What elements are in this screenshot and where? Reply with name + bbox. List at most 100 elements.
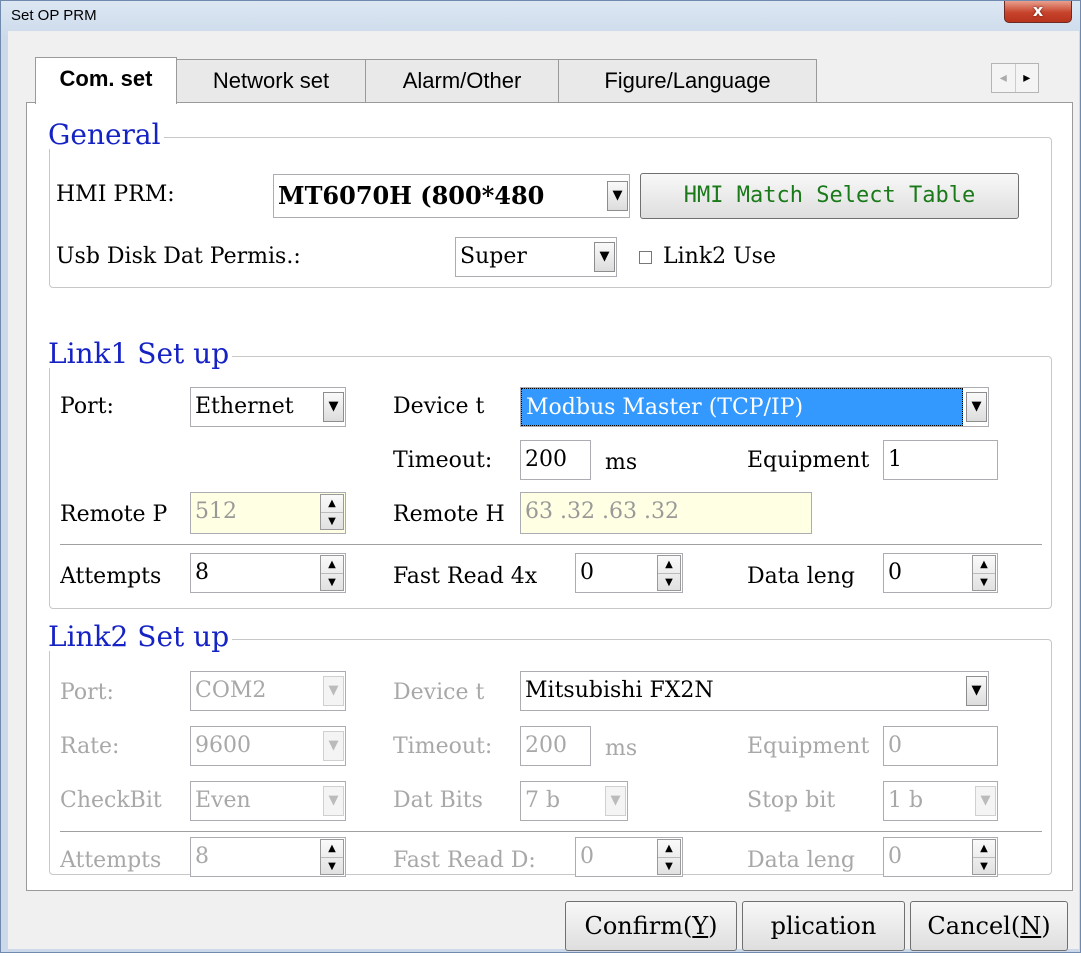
link1-remote-host-input[interactable]: 63 .32 .63 .32 (520, 492, 812, 534)
link1-timeout-value: 200 (525, 447, 567, 472)
arrow-up-icon[interactable]: ▲ (973, 556, 995, 573)
link2-fast-read-spinner[interactable]: 0 ▲ ▼ (575, 837, 683, 877)
link1-device-select[interactable]: Modbus Master (TCP/IP) ▼ (520, 387, 989, 427)
link1-equipment-input[interactable]: 1 (883, 440, 998, 480)
link1-port-select[interactable]: Ethernet ▼ (190, 387, 346, 427)
link2-checkbit-select[interactable]: Even ▼ (190, 781, 346, 821)
arrow-down-icon[interactable]: ▼ (973, 857, 995, 874)
chevron-down-icon[interactable]: ▼ (607, 181, 628, 211)
group-title-general: General (48, 121, 164, 149)
link2-data-length-spinner[interactable]: 0 ▲ ▼ (883, 837, 998, 877)
button-label: Confirm( (584, 912, 693, 940)
link2-stopbit-label: Stop bit (747, 788, 836, 813)
link2-use-checkbox[interactable] (639, 251, 652, 264)
link1-attempts-spinner[interactable]: 8 ▲ ▼ (190, 553, 346, 593)
tab-figure-language[interactable]: Figure/Language (558, 59, 817, 102)
button-label: plication (770, 912, 877, 940)
arrow-down-icon[interactable]: ▼ (321, 857, 343, 874)
dialog-window: Set OP PRM x Com. set Network set Alarm/… (0, 0, 1081, 953)
spinner-control[interactable]: ▲ ▼ (657, 839, 681, 875)
window-title: Set OP PRM (11, 7, 97, 24)
link2-equipment-label: Equipment (747, 734, 870, 759)
spinner-control[interactable]: ▲ ▼ (972, 839, 996, 875)
chevron-down-icon[interactable]: ▼ (975, 786, 996, 816)
tab-network-set[interactable]: Network set (176, 59, 366, 102)
group-title-link2: Link2 Set up (48, 623, 233, 651)
link2-timeout-value: 200 (525, 733, 567, 758)
link1-remote-port-label: Remote P (60, 502, 168, 527)
spinner-control[interactable]: ▲ ▼ (320, 839, 344, 875)
arrow-up-icon[interactable]: ▲ (658, 840, 680, 857)
link2-timeout-input[interactable]: 200 (520, 726, 591, 766)
confirm-button[interactable]: Confirm(Y) (565, 901, 737, 951)
arrow-down-icon[interactable]: ▼ (658, 857, 680, 874)
separator (60, 831, 1042, 833)
link2-use-label: Link2 Use (663, 244, 776, 269)
chevron-down-icon[interactable]: ▼ (323, 731, 344, 761)
link2-stopbit-select[interactable]: 1 b ▼ (883, 781, 998, 821)
link2-datbits-select[interactable]: 7 b ▼ (520, 781, 628, 821)
hmi-prm-select[interactable]: MT6070H (800*480 ▼ (273, 174, 630, 218)
chevron-right-icon[interactable]: ▸ (1014, 64, 1039, 92)
arrow-up-icon[interactable]: ▲ (973, 840, 995, 857)
close-icon: x (1032, 1, 1044, 20)
arrow-up-icon[interactable]: ▲ (321, 840, 343, 857)
link1-equipment-value: 1 (888, 447, 902, 472)
link2-datbits-label: Dat Bits (393, 788, 483, 813)
link2-device-value: Mitsubishi FX2N (525, 678, 714, 703)
tab-label: Alarm/Other (402, 68, 522, 93)
link2-rate-select[interactable]: 9600 ▼ (190, 726, 346, 766)
link1-device-label: Device t (393, 394, 485, 419)
link2-checkbit-label: CheckBit (60, 788, 162, 813)
arrow-up-icon[interactable]: ▲ (321, 556, 343, 573)
arrow-up-icon[interactable]: ▲ (658, 556, 680, 573)
spinner-control[interactable]: ▲ ▼ (972, 555, 996, 591)
spinner-control[interactable]: ▲ ▼ (320, 494, 344, 530)
usb-permission-select[interactable]: Super ▼ (455, 237, 617, 277)
hmi-match-select-table-button[interactable]: HMI Match Select Table (640, 173, 1019, 219)
group-title-link1: Link1 Set up (48, 340, 233, 368)
chevron-down-icon[interactable]: ▼ (605, 786, 626, 816)
link1-data-length-spinner[interactable]: 0 ▲ ▼ (883, 553, 998, 593)
link1-attempts-label: Attempts (60, 564, 162, 589)
button-label-end: ) (708, 912, 718, 940)
button-accelerator: Y (692, 912, 709, 940)
chevron-down-icon[interactable]: ▼ (323, 676, 344, 706)
chevron-down-icon[interactable]: ▼ (323, 786, 344, 816)
arrow-down-icon[interactable]: ▼ (973, 573, 995, 590)
link2-equipment-input[interactable]: 0 (883, 726, 998, 766)
link2-port-select[interactable]: COM2 ▼ (190, 671, 346, 711)
chevron-down-icon[interactable]: ▼ (966, 392, 987, 422)
arrow-down-icon[interactable]: ▼ (321, 573, 343, 590)
cancel-button[interactable]: Cancel(N) (910, 901, 1068, 951)
link2-equipment-value: 0 (888, 733, 902, 758)
group-link2: Link2 Set up Port: COM2 ▼ Device t Mitsu… (48, 623, 1052, 877)
chevron-down-icon[interactable]: ▼ (966, 676, 987, 706)
spinner-control[interactable]: ▲ ▼ (320, 555, 344, 591)
link2-device-select[interactable]: Mitsubishi FX2N ▼ (520, 671, 989, 711)
separator (60, 544, 1042, 546)
button-label: HMI Match Select Table (683, 183, 976, 208)
link1-remote-port-spinner[interactable]: 512 ▲ ▼ (190, 492, 346, 534)
link1-fast-read-spinner[interactable]: 0 ▲ ▼ (575, 553, 683, 593)
chevron-down-icon[interactable]: ▼ (594, 242, 615, 272)
application-button[interactable]: plication (742, 901, 905, 951)
chevron-left-icon[interactable]: ◂ (992, 64, 1015, 92)
spinner-control[interactable]: ▲ ▼ (657, 555, 681, 591)
link1-timeout-input[interactable]: 200 (520, 440, 591, 480)
link2-attempts-label: Attempts (60, 848, 162, 873)
link2-data-length-label: Data leng (747, 848, 856, 873)
tab-alarm-other[interactable]: Alarm/Other (365, 59, 559, 102)
tab-page-com-set: General HMI PRM: MT6070H (800*480 ▼ HMI … (26, 102, 1073, 891)
arrow-down-icon[interactable]: ▼ (658, 573, 680, 590)
tab-label: Figure/Language (604, 68, 771, 93)
arrow-down-icon[interactable]: ▼ (321, 512, 343, 529)
link1-remote-host-label: Remote H (393, 502, 505, 527)
arrow-up-icon[interactable]: ▲ (321, 495, 343, 512)
button-accelerator: N (1020, 912, 1042, 940)
chevron-down-icon[interactable]: ▼ (323, 392, 344, 422)
link1-device-value: Modbus Master (TCP/IP) (521, 388, 963, 426)
link2-attempts-spinner[interactable]: 8 ▲ ▼ (190, 837, 346, 877)
close-button[interactable]: x (1004, 1, 1072, 23)
tab-com-set[interactable]: Com. set (35, 57, 177, 104)
